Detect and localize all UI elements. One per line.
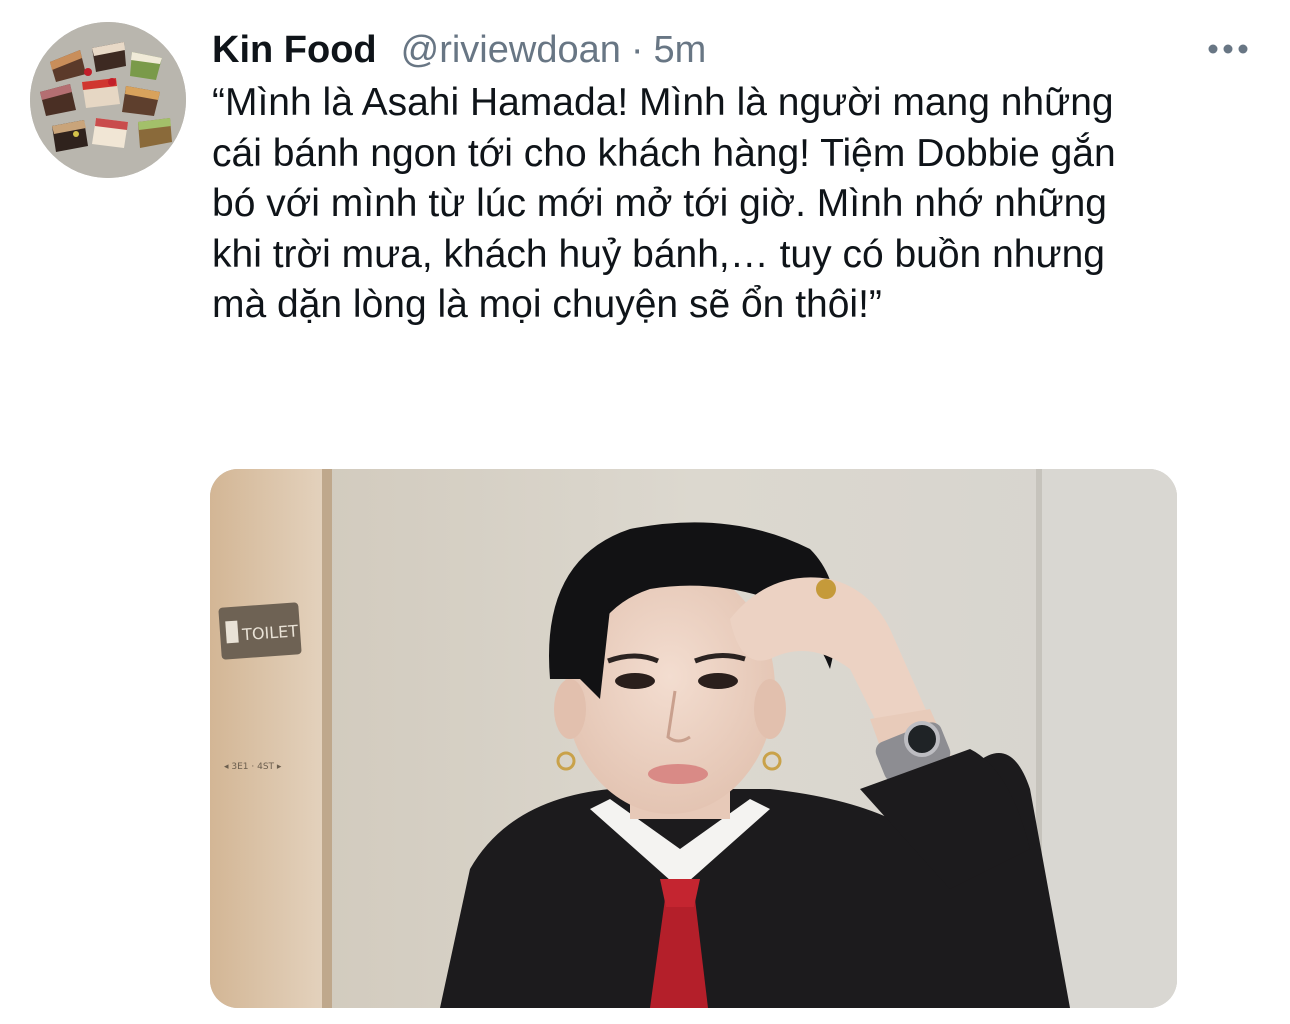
author-handle[interactable]: @riviewdoan [401,29,621,72]
small-sign-text: ◂ 3E1 · 4ST ▸ [224,762,282,772]
cake-avatar-icon [30,22,186,178]
more-horizontal-icon [1208,44,1248,54]
author-name[interactable]: Kin Food [212,29,377,72]
tweet-text: “Mình là Asahi Hamada! Mình là người man… [212,81,1116,326]
toilet-sign-text: TOILET [241,621,299,644]
avatar[interactable] [30,22,186,178]
tweet[interactable]: Kin Food @riviewdoan · 5m “Mình là Asahi… [0,0,1290,1024]
photo-image: TOILET ◂ 3E1 · 4ST ▸ [210,469,1177,1008]
more-options-button[interactable] [1204,32,1252,66]
tweet-photo[interactable]: TOILET ◂ 3E1 · 4ST ▸ [210,469,1177,1008]
header-separator: · [630,28,644,71]
tweet-timestamp[interactable]: 5m [654,29,707,72]
tweet-header: Kin Food @riviewdoan · 5m [212,24,706,76]
